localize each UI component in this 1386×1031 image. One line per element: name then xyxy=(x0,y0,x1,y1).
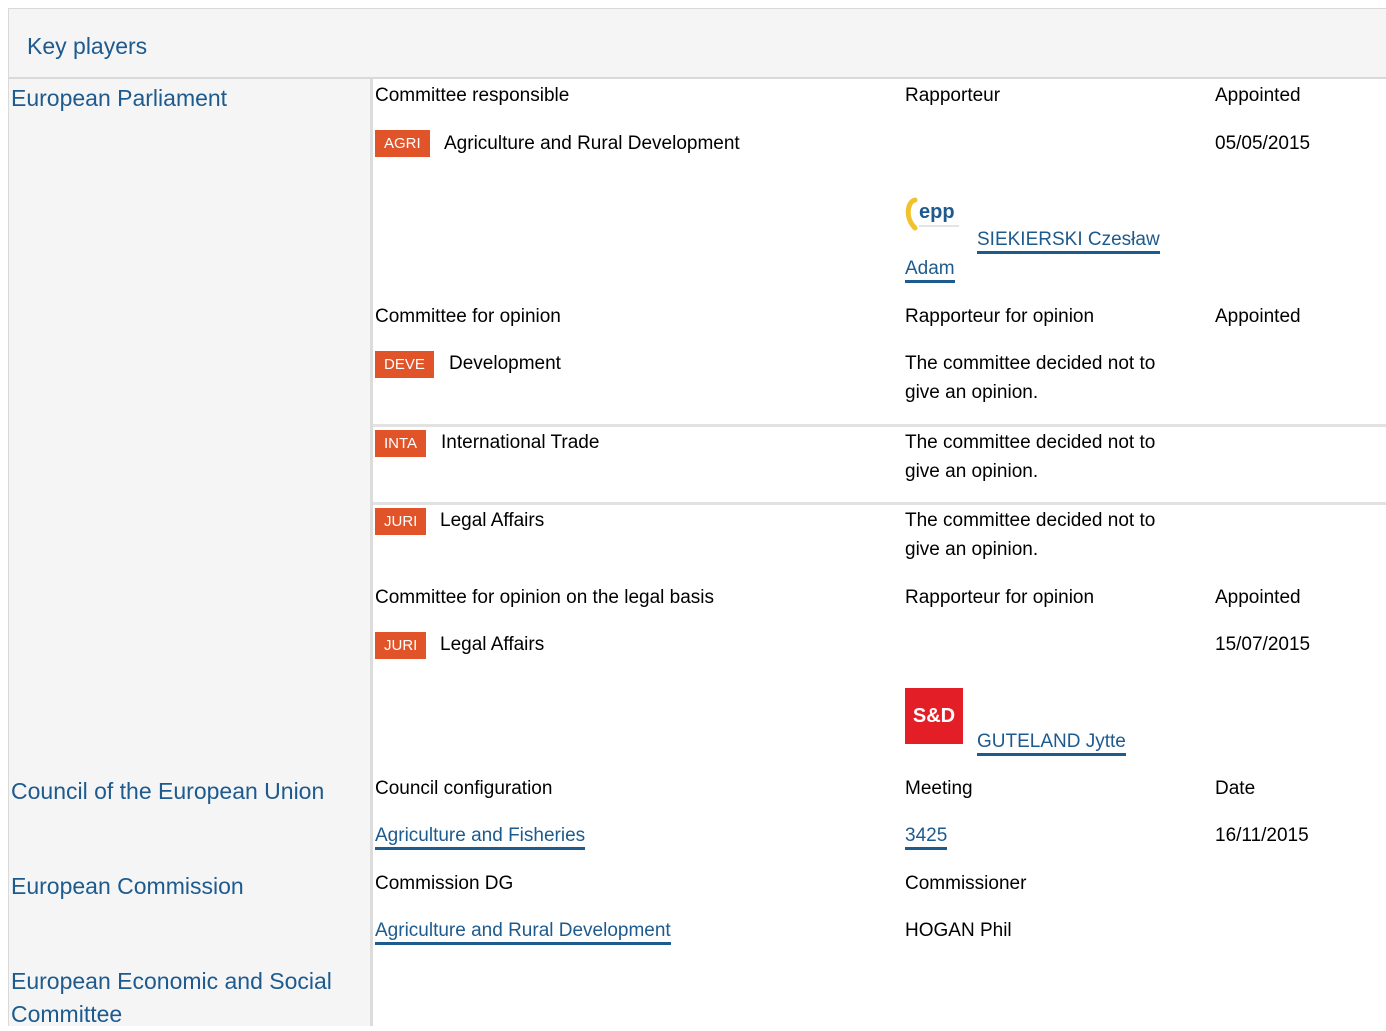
meeting-cell[interactable]: 3425 xyxy=(905,821,948,850)
section-label-council: Council of the European Union xyxy=(11,778,325,804)
rapporteur-link-cont[interactable]: Adam xyxy=(905,258,955,283)
col-header-rapporteur: Rapporteur xyxy=(905,85,1001,106)
header-band xyxy=(8,9,1386,77)
rapporteur-link[interactable]: SIEKIERSKI Czesław xyxy=(977,229,1160,254)
opinion-note-cont: give an opinion. xyxy=(905,461,1039,482)
opinion-note-cont: give an opinion. xyxy=(905,539,1039,560)
committee-name: Agriculture and Rural Development xyxy=(444,133,740,154)
col-header-committee-opinion: Committee for opinion xyxy=(375,306,561,327)
committee-name: Development xyxy=(449,353,561,374)
committee-row-inta: INTA xyxy=(375,430,427,457)
rapporteur-name-line2[interactable]: Adam xyxy=(905,254,955,283)
col-header-commission-dg: Commission DG xyxy=(375,873,514,894)
council-date: 16/11/2015 xyxy=(1215,825,1309,846)
committee-row-juri: JURI xyxy=(375,508,427,535)
section-label-commission: European Commission xyxy=(11,873,244,899)
appointed-date: 05/05/2015 xyxy=(1215,133,1311,154)
col-header-date: Date xyxy=(1215,778,1256,799)
opinion-note: The committee decided not to xyxy=(905,353,1156,374)
col-header-appointed-legal-basis: Appointed xyxy=(1215,587,1301,608)
council-config-link[interactable]: Agriculture and Fisheries xyxy=(375,825,586,850)
appointed-date: 15/07/2015 xyxy=(1215,634,1311,655)
col-header-rapporteur-opinion: Rapporteur for opinion xyxy=(905,306,1095,327)
col-header-commissioner: Commissioner xyxy=(905,873,1027,894)
column-separator xyxy=(370,79,373,1026)
commission-dg-link[interactable]: Agriculture and Rural Development xyxy=(375,920,671,945)
col-header-appointed: Appointed xyxy=(1215,85,1301,106)
section-label-european-parliament: European Parliament xyxy=(11,85,228,111)
col-header-appointed-opinion: Appointed xyxy=(1215,306,1301,327)
sd-party-logo: S&D xyxy=(905,688,963,744)
col-header-council-configuration: Council configuration xyxy=(375,778,553,799)
committee-row-juri-legal: JURI xyxy=(375,632,427,659)
row-divider xyxy=(373,502,1386,505)
row-divider xyxy=(373,424,1386,427)
col-header-meeting: Meeting xyxy=(905,778,973,799)
opinion-note: The committee decided not to xyxy=(905,510,1156,531)
committee-row-deve: DEVE xyxy=(375,351,434,378)
rapporteur-name-line1[interactable]: SIEKIERSKI Czesław xyxy=(977,225,1160,254)
committee-badge: AGRI xyxy=(375,130,430,157)
committee-badge: JURI xyxy=(375,632,427,659)
committee-name: Legal Affairs xyxy=(440,634,545,655)
col-header-committee-responsible: Committee responsible xyxy=(375,85,570,106)
col-header-rapporteur-legal-basis: Rapporteur for opinion xyxy=(905,587,1095,608)
committee-badge: JURI xyxy=(375,508,427,535)
page-title: Key players xyxy=(27,33,148,59)
committee-name: International Trade xyxy=(441,432,600,453)
commissioner-name: HOGAN Phil xyxy=(905,920,1012,941)
committee-badge: DEVE xyxy=(375,351,434,378)
section-label-eesc: European Economic and Social Committee xyxy=(11,968,332,1027)
committee-badge: INTA xyxy=(375,430,427,457)
council-config-cell[interactable]: Agriculture and Fisheries xyxy=(375,821,586,850)
committee-row-agri: AGRI xyxy=(375,130,430,157)
svg-text:epp: epp xyxy=(919,201,955,223)
committee-name: Legal Affairs xyxy=(440,510,545,531)
epp-party-logo: epp xyxy=(903,188,965,244)
meeting-link[interactable]: 3425 xyxy=(905,825,948,850)
opinion-note: The committee decided not to xyxy=(905,432,1156,453)
opinion-note-cont: give an opinion. xyxy=(905,382,1039,403)
rapporteur-link[interactable]: GUTELAND Jytte xyxy=(977,731,1126,756)
rapporteur-name[interactable]: GUTELAND Jytte xyxy=(977,727,1126,756)
commission-dg-cell[interactable]: Agriculture and Rural Development xyxy=(375,916,671,945)
col-header-committee-legal-basis: Committee for opinion on the legal basis xyxy=(375,587,715,608)
